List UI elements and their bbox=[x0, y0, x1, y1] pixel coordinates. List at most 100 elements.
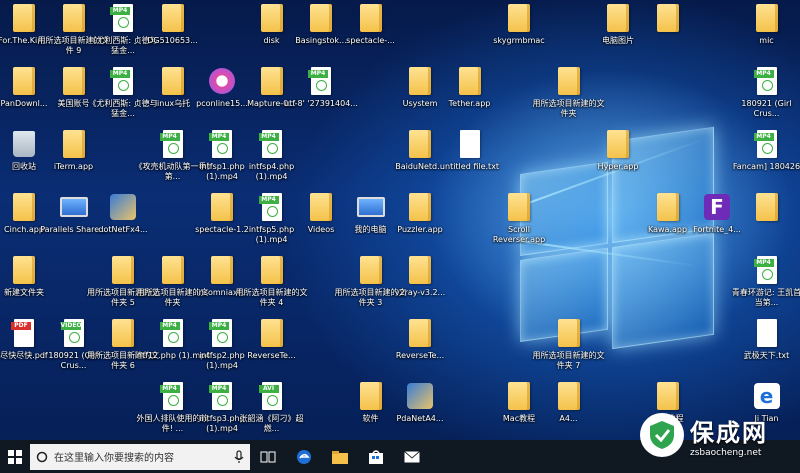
folder-icon bbox=[60, 2, 88, 34]
desktop-icon-folder[interactable]: 新建文件夹 bbox=[0, 254, 62, 298]
edge-button[interactable] bbox=[286, 440, 322, 473]
folder-icon bbox=[10, 191, 38, 223]
setup-icon bbox=[109, 191, 137, 223]
desktop-icon-mp4[interactable]: MP4 intfsp4.php (1).mp4 bbox=[234, 128, 310, 182]
desktop-icon-label: dotNetFx4... bbox=[98, 225, 148, 234]
desktop-icon-folder[interactable]: skygrmbmac bbox=[481, 2, 557, 46]
folder-icon bbox=[406, 317, 434, 349]
mp4-icon: MP4 bbox=[307, 65, 335, 97]
desktop-icon-folder[interactable]: Tether.app bbox=[432, 65, 508, 109]
video-icon: VIDEO bbox=[60, 317, 88, 349]
desktop-icon-folder[interactable]: v2ray-v3.2... bbox=[382, 254, 458, 298]
desktop-icon-label: 用所选项目新建的文件夹 bbox=[532, 99, 605, 118]
fortnite-icon: F bbox=[703, 191, 731, 223]
mp4-icon: MP4 bbox=[109, 2, 137, 34]
desktop-icon-blank[interactable]: BLANK untitled file.txt bbox=[432, 128, 508, 172]
blank-icon: BLANK bbox=[753, 317, 781, 349]
desktop-icon-folder[interactable]: ReverseTe... bbox=[234, 317, 310, 361]
desktop-icon-label: 用所选项目新建的文件夹 4 bbox=[235, 288, 308, 307]
desktop-icon-folder[interactable]: iTerm.app bbox=[36, 128, 112, 172]
search-circle-icon bbox=[36, 451, 48, 462]
folder-icon bbox=[505, 2, 533, 34]
desktop-icon-folder[interactable]: DG510653... bbox=[135, 2, 211, 46]
search-placeholder: 在这里输入你要搜索的内容 bbox=[54, 453, 174, 464]
folder-icon bbox=[604, 128, 632, 160]
desktop-icon-label: ReverseTe... bbox=[247, 351, 296, 360]
folder-icon bbox=[604, 2, 632, 34]
watermark-name: 保成网 bbox=[690, 418, 768, 447]
folder-icon bbox=[307, 191, 335, 223]
folder-icon bbox=[406, 128, 434, 160]
mp4-icon: MP4 bbox=[753, 65, 781, 97]
desktop-icon-avi[interactable]: AVI 张韶涵《阿刁》超燃... bbox=[234, 380, 310, 434]
desktop-icon-folder[interactable]: A4... bbox=[531, 380, 607, 424]
task-view-button[interactable] bbox=[250, 440, 286, 473]
desktop-icon-folder[interactable] bbox=[630, 2, 706, 36]
desktop-icon-folder[interactable]: 用所选项目新建的文件夹 bbox=[531, 65, 607, 119]
folder-icon bbox=[258, 254, 286, 286]
folder-icon bbox=[109, 317, 137, 349]
desktop-icon-label: Scroll Reverser.app bbox=[492, 225, 546, 244]
start-button[interactable] bbox=[0, 440, 30, 473]
desktop-icon-folder[interactable]: spectacle-... bbox=[333, 2, 409, 46]
folder-icon bbox=[159, 254, 187, 286]
edge-icon bbox=[297, 449, 311, 464]
desktop-icon-folder[interactable]: 用所选项目新建的文件夹 4 bbox=[234, 254, 310, 308]
desktop-icon-label: DG510653... bbox=[147, 36, 198, 45]
watermark: 保成网 zsbaocheng.net bbox=[640, 405, 800, 465]
folder-icon bbox=[159, 2, 187, 34]
folder-icon bbox=[258, 65, 286, 97]
desktop-icon-folder[interactable]: ReverseTe... bbox=[382, 317, 458, 361]
desktop-icon-blank[interactable]: BLANK 武极天下.txt bbox=[729, 317, 800, 361]
desktop-icon-setup[interactable]: PdaNetA4... bbox=[382, 380, 458, 424]
desktop-icon-label: 180921 (Girl Crus... bbox=[741, 99, 792, 118]
desktop-icon-label: iTerm.app bbox=[53, 162, 94, 171]
folder-icon bbox=[10, 254, 38, 286]
desktop-icon-label: untitled file.txt bbox=[439, 162, 500, 171]
desktop-icon-folder[interactable]: mic bbox=[729, 2, 800, 46]
desktop-icon-label: v2ray-v3.2... bbox=[394, 288, 446, 297]
itunes-icon bbox=[208, 65, 236, 97]
mp4-icon: MP4 bbox=[258, 128, 286, 160]
folder-icon bbox=[208, 254, 236, 286]
file-explorer-button[interactable] bbox=[322, 440, 358, 473]
desktop-icon-label: ReverseTe... bbox=[395, 351, 445, 360]
folder-icon bbox=[307, 2, 335, 34]
mp4-icon: MP4 bbox=[753, 128, 781, 160]
desktop-icon-mp4[interactable]: MP4 Fancam] 180426 bbox=[729, 128, 800, 172]
store-button[interactable] bbox=[358, 440, 394, 473]
desktop: For.The.Kin... 用所选项目新建的文件 9 MP4 《尤利西斯: 贞德与猛… bbox=[0, 0, 800, 440]
desktop-icon-folder[interactable]: Hyper.app bbox=[580, 128, 656, 172]
desktop-icon-setup[interactable]: dotNetFx4... bbox=[85, 191, 161, 235]
desktop-icon-label: 电脑图片 bbox=[602, 36, 634, 45]
desktop-icon-folder[interactable]: Puzzler.app bbox=[382, 191, 458, 235]
desktop-icon-folder[interactable] bbox=[729, 191, 800, 225]
taskbar-search-box[interactable]: 在这里输入你要搜索的内容 bbox=[30, 443, 250, 470]
desktop-icon-mp4[interactable]: MP4 utf-8' '27391404... bbox=[283, 65, 359, 109]
desktop-icon-folder[interactable]: 用所选项目新建的文件夹 7 bbox=[531, 317, 607, 371]
mail-icon bbox=[404, 450, 420, 462]
watermark-domain: zsbaocheng.net bbox=[690, 447, 762, 458]
shield-logo-icon bbox=[640, 413, 684, 457]
folder-icon bbox=[505, 380, 533, 412]
avi-icon: AVI bbox=[258, 380, 286, 412]
desktop-icon-mp4[interactable]: MP4 180921 (Girl Crus... bbox=[729, 65, 800, 119]
mp4-icon: MP4 bbox=[753, 254, 781, 286]
microphone-icon[interactable] bbox=[234, 449, 244, 464]
desktop-icon-label: A4... bbox=[559, 414, 578, 423]
desktop-icon-label: utf-8' '27391404... bbox=[284, 99, 358, 108]
mail-button[interactable] bbox=[394, 440, 430, 473]
desktop-icon-label: Fortnite_4... bbox=[693, 225, 741, 234]
desktop-icon-label: 新建文件夹 bbox=[4, 288, 44, 297]
pdf-icon: PDF bbox=[10, 317, 38, 349]
desktop-icon-mp4[interactable]: MP4 青春环游记: 王凯首当第... bbox=[729, 254, 800, 308]
folder-icon bbox=[555, 317, 583, 349]
monitor-icon bbox=[356, 191, 385, 223]
mp4-icon: MP4 bbox=[159, 380, 187, 412]
mp4-icon: MP4 bbox=[258, 191, 286, 223]
folder-icon bbox=[505, 191, 533, 223]
folder-icon bbox=[406, 254, 434, 286]
folder-icon bbox=[60, 65, 88, 97]
desktop-icon-label: 用所选项目新建的文件夹 7 bbox=[532, 351, 605, 370]
desktop-icon-folder[interactable]: Scroll Reverser.app bbox=[481, 191, 557, 245]
